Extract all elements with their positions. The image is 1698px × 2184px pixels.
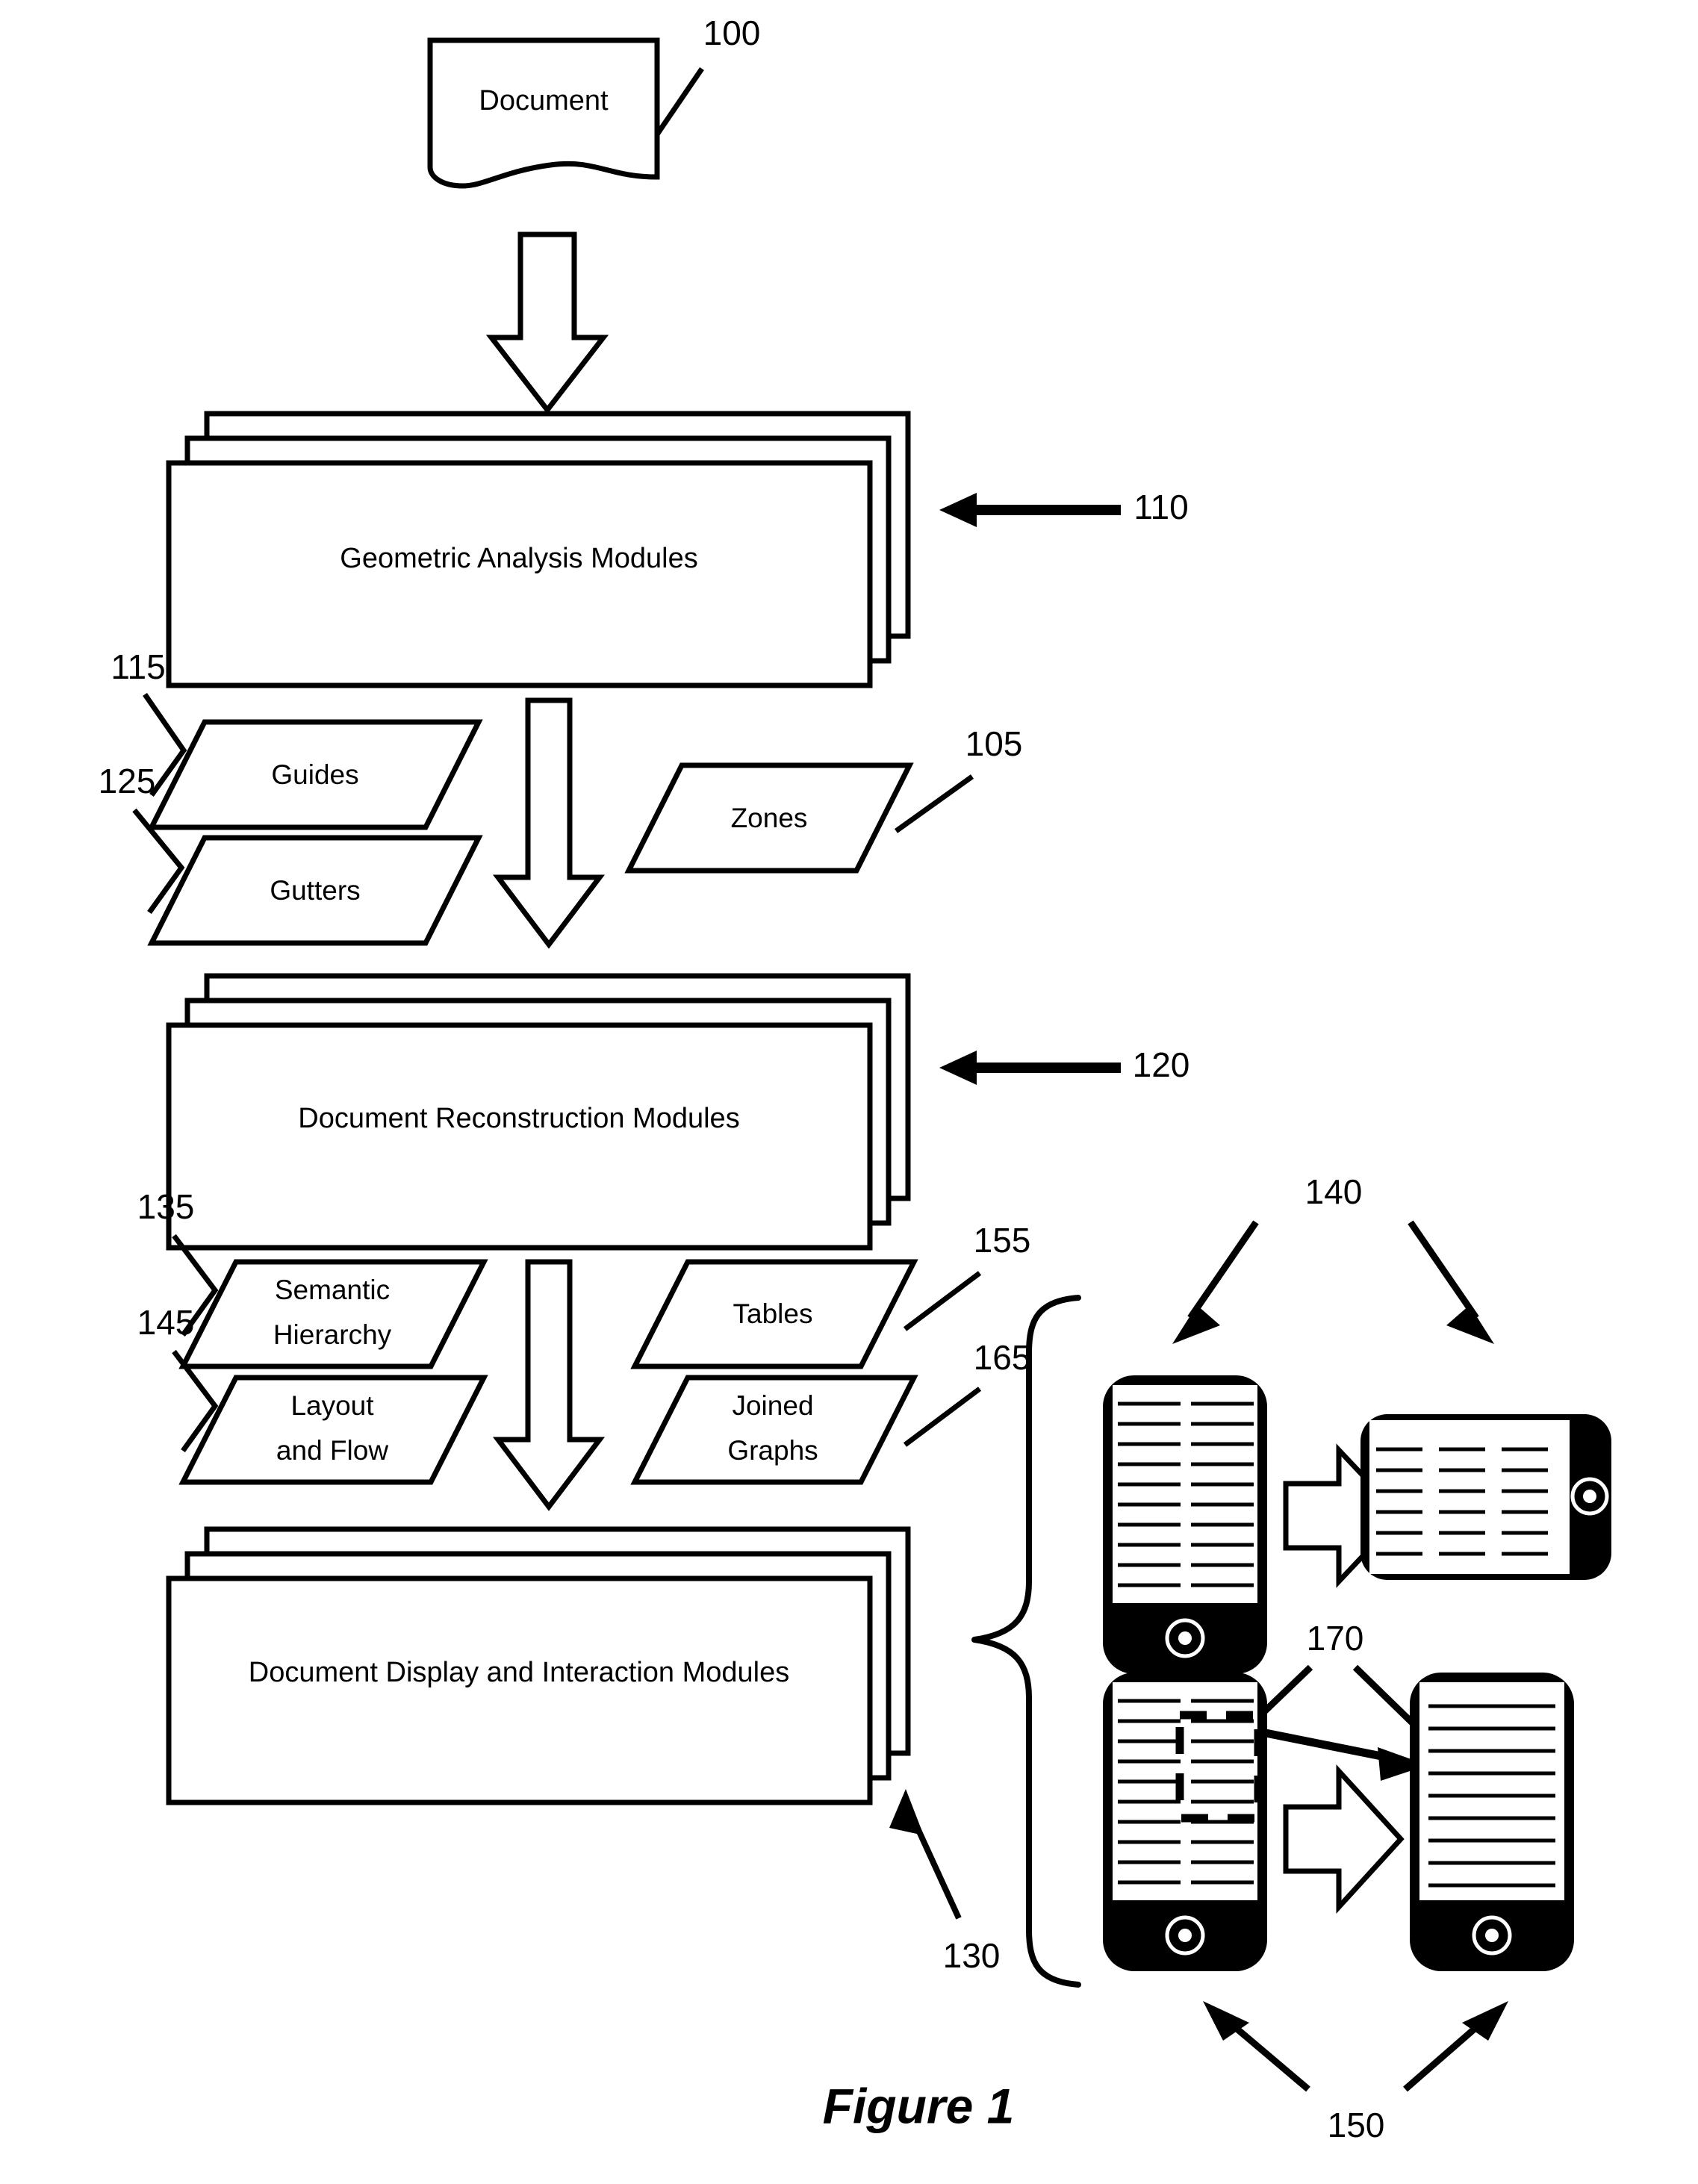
guides-ref-number: 115 bbox=[111, 647, 165, 686]
patent-figure-1: Document 100 Geometric Analysis Modules … bbox=[0, 0, 1698, 2184]
semantic-hierarchy-label-line2: Hierarchy bbox=[273, 1319, 392, 1350]
zones-label: Zones bbox=[731, 803, 808, 833]
figure-canvas: Document 100 Geometric Analysis Modules … bbox=[99, 13, 1611, 2144]
selection-ref-number: 170 bbox=[1307, 1619, 1364, 1658]
tables-label: Tables bbox=[733, 1298, 813, 1329]
document-label: Document bbox=[479, 85, 609, 116]
document-node: Document 100 bbox=[427, 13, 761, 189]
joined-graphs-label-line2: Graphs bbox=[727, 1435, 818, 1466]
phone-screen bbox=[1419, 1682, 1564, 1900]
home-button-dot bbox=[1485, 1929, 1499, 1942]
joined-graphs-ref-number: 165 bbox=[974, 1338, 1031, 1377]
zones-ref-number: 105 bbox=[965, 724, 1023, 763]
phone-screen bbox=[1113, 1385, 1257, 1603]
geometric-analysis-ref-arrow bbox=[939, 493, 1121, 527]
document-reconstruction-node: Document Reconstruction Modules 120 bbox=[166, 973, 1190, 1251]
home-button-dot bbox=[1178, 1929, 1192, 1942]
layout-and-flow-ref-number: 145 bbox=[137, 1303, 195, 1342]
block-arrow-down-icon-1 bbox=[485, 231, 609, 414]
document-display-node: Document Display and Interaction Modules… bbox=[166, 1526, 1001, 1975]
document-display-label: Document Display and Interaction Modules bbox=[249, 1657, 790, 1688]
guides-label: Guides bbox=[271, 759, 358, 790]
document-ref-number: 100 bbox=[703, 13, 761, 52]
home-button-dot bbox=[1583, 1490, 1596, 1503]
reflow-ref-number: 140 bbox=[1305, 1172, 1363, 1211]
stack-layer-front bbox=[166, 1022, 873, 1251]
layout-and-flow-label-line1: Layout bbox=[290, 1390, 374, 1421]
block-arrow-down-icon-2 bbox=[492, 697, 606, 949]
stack-layer-front bbox=[166, 1575, 873, 1805]
bottom-target-phone bbox=[1410, 1673, 1574, 1971]
geometric-analysis-label: Geometric Analysis Modules bbox=[340, 543, 697, 574]
bottom-source-phone bbox=[1103, 1673, 1267, 1971]
document-reconstruction-label: Document Reconstruction Modules bbox=[298, 1103, 739, 1134]
tables-ref-leader bbox=[903, 1271, 982, 1331]
reflow-ref-arrows bbox=[1172, 1220, 1494, 1344]
figure-caption: Figure 1 bbox=[823, 2078, 1015, 2133]
top-source-phone bbox=[1103, 1375, 1267, 1674]
layout-and-flow-label-line2: and Flow bbox=[276, 1435, 388, 1466]
document-reconstruction-ref-arrow bbox=[939, 1051, 1121, 1085]
zones-ref-leader bbox=[894, 774, 974, 833]
geometric-analysis-node: Geometric Analysis Modules 110 bbox=[166, 411, 1189, 688]
document-ref-leader bbox=[655, 67, 704, 136]
interaction-ref-number: 150 bbox=[1328, 2106, 1385, 2144]
document-reconstruction-ref-number: 120 bbox=[1133, 1045, 1190, 1084]
document-display-ref-number: 130 bbox=[943, 1936, 1001, 1975]
semantic-hierarchy-label-line1: Semantic bbox=[275, 1275, 390, 1305]
block-arrow-down-icon-3 bbox=[492, 1259, 606, 1511]
gutters-ref-number: 125 bbox=[99, 762, 156, 800]
home-button-dot bbox=[1178, 1631, 1192, 1645]
joined-graphs-ref-leader bbox=[903, 1387, 982, 1447]
block-arrow-right-icon-bottom bbox=[1283, 1764, 1405, 1914]
geometric-analysis-ref-number: 110 bbox=[1133, 488, 1188, 526]
joined-graphs-label-line1: Joined bbox=[732, 1390, 813, 1421]
semantic-hierarchy-ref-number: 135 bbox=[137, 1187, 195, 1226]
document-display-ref-arrow bbox=[889, 1789, 962, 1920]
tables-ref-number: 155 bbox=[974, 1221, 1031, 1260]
top-target-tablet bbox=[1360, 1414, 1611, 1580]
zones-node: Zones 105 bbox=[624, 724, 1023, 874]
gutters-label: Gutters bbox=[270, 875, 360, 906]
curly-brace-icon bbox=[971, 1295, 1081, 1988]
tablet-screen bbox=[1369, 1420, 1570, 1574]
interaction-ref-arrows bbox=[1203, 2001, 1508, 2092]
